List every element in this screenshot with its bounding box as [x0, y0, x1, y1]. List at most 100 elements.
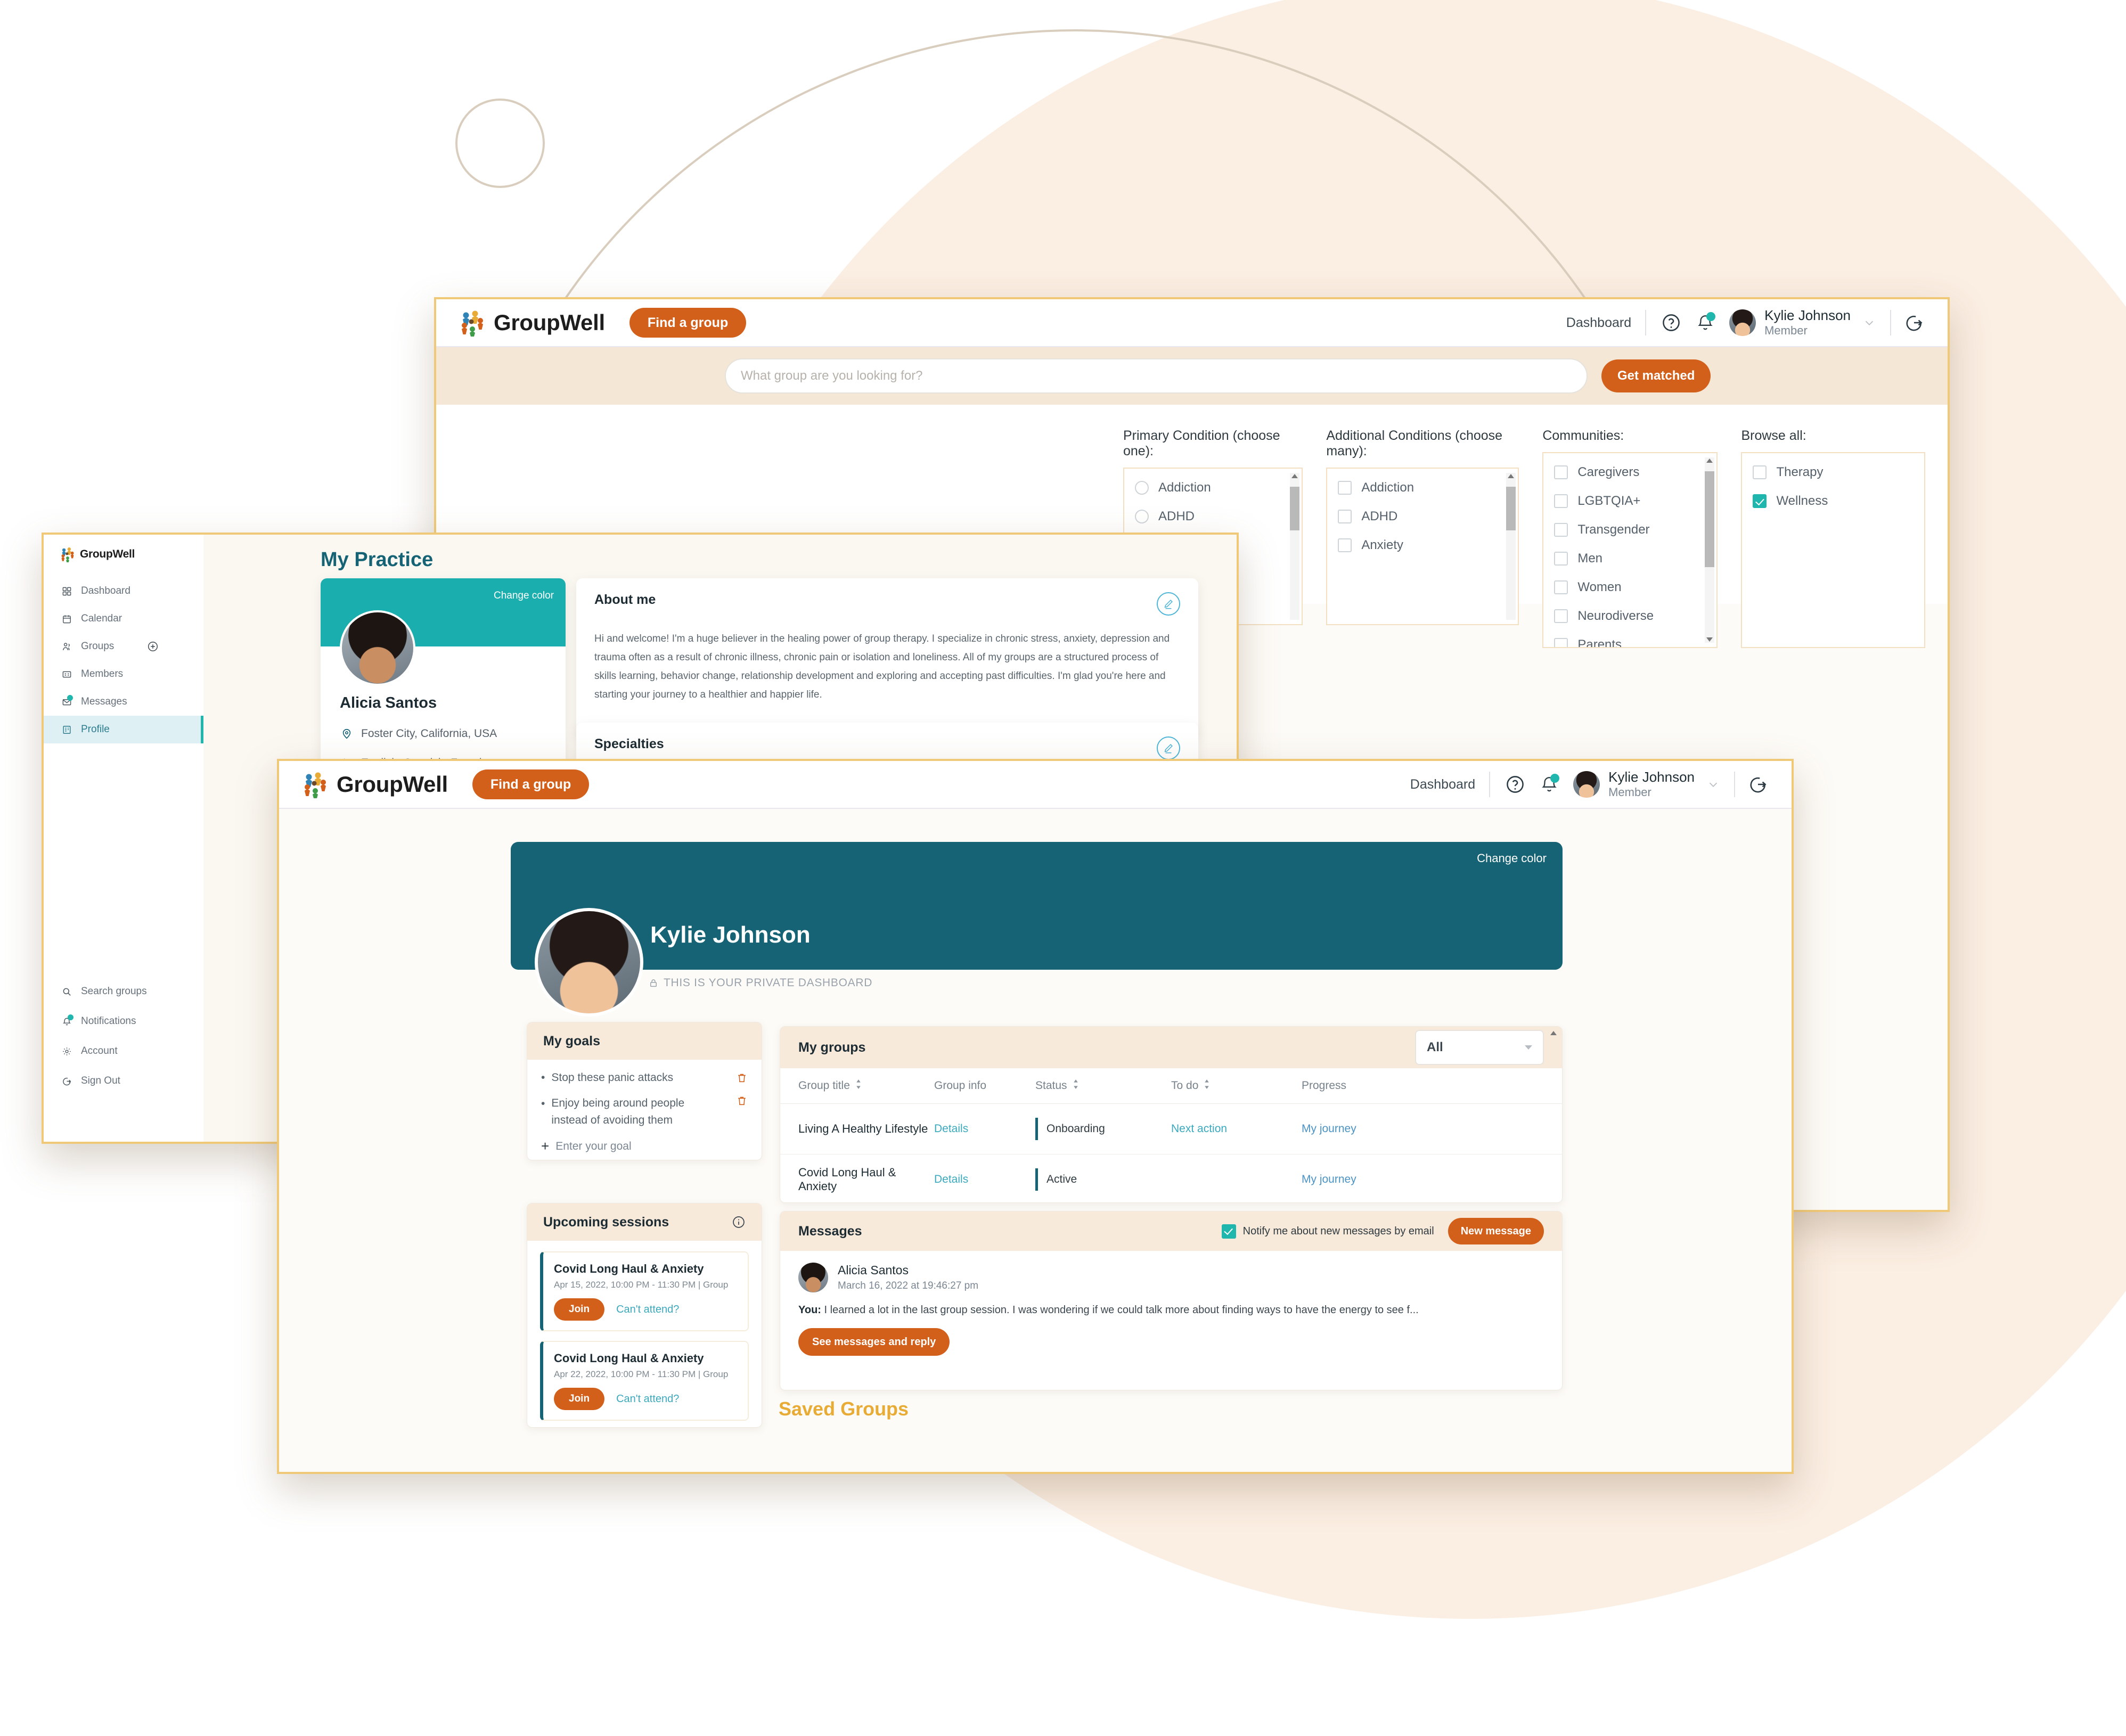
avatar[interactable]: [1729, 309, 1756, 336]
get-matched-button-top[interactable]: Get matched: [1601, 359, 1711, 392]
sort-icon[interactable]: [1203, 1079, 1211, 1093]
bell-icon[interactable]: [1538, 773, 1560, 796]
sidebar-item-sign-out[interactable]: Sign Out: [44, 1066, 203, 1096]
cell-group-info-link[interactable]: Details: [934, 1173, 1035, 1186]
scroll-up-arrow-icon[interactable]: [1706, 458, 1713, 463]
dashboard-link[interactable]: Dashboard: [1566, 315, 1631, 331]
filter-option[interactable]: Caregivers: [1554, 465, 1706, 480]
cell-progress-link[interactable]: My journey: [1302, 1173, 1408, 1186]
sidebar-item-calendar[interactable]: Calendar: [44, 605, 203, 633]
filter-option[interactable]: Anxiety: [1338, 538, 1507, 553]
scrollbar-thumb[interactable]: [1705, 471, 1715, 567]
column-header-group-title[interactable]: Group title: [798, 1079, 934, 1093]
chevron-down-icon[interactable]: [1704, 775, 1722, 793]
sidebar-item-search-groups[interactable]: Search groups: [44, 977, 203, 1006]
cell-todo-link[interactable]: Next action: [1171, 1123, 1302, 1135]
join-button[interactable]: Join: [554, 1298, 605, 1321]
checkbox-icon[interactable]: [1554, 465, 1568, 479]
new-message-button[interactable]: New message: [1448, 1218, 1544, 1244]
checkbox-icon[interactable]: [1338, 481, 1352, 495]
add-goal-row[interactable]: + Enter your goal: [541, 1138, 748, 1154]
filter-option[interactable]: ADHD: [1338, 509, 1507, 524]
checkbox-icon-checked[interactable]: [1753, 494, 1767, 508]
question-circle-icon[interactable]: [1504, 773, 1526, 796]
checkbox-icon[interactable]: [1753, 465, 1767, 479]
checkbox-icon[interactable]: [1554, 638, 1568, 647]
avatar[interactable]: [1573, 771, 1600, 798]
sidebar-item-messages[interactable]: Messages: [44, 688, 203, 716]
sidebar-item-account[interactable]: Account: [44, 1036, 203, 1066]
chevron-down-icon[interactable]: [1860, 314, 1878, 332]
goal-item[interactable]: • Enjoy being around people instead of a…: [541, 1095, 748, 1128]
filter-option[interactable]: Men: [1554, 551, 1706, 566]
trash-icon[interactable]: [736, 1072, 748, 1084]
scrollbar[interactable]: [1705, 457, 1715, 643]
cant-attend-link[interactable]: Can't attend?: [616, 1304, 679, 1316]
sidebar-item-groups[interactable]: Groups: [44, 633, 203, 660]
session-card[interactable]: Covid Long Haul & Anxiety Apr 15, 2022, …: [540, 1251, 749, 1331]
column-header-to-do[interactable]: To do: [1171, 1079, 1302, 1093]
column-header-status[interactable]: Status: [1035, 1079, 1171, 1093]
find-a-group-button[interactable]: Find a group: [629, 308, 747, 338]
sidebar-brand[interactable]: GroupWell: [44, 535, 203, 562]
change-color-button[interactable]: Change color: [494, 590, 554, 602]
cant-attend-link[interactable]: Can't attend?: [616, 1393, 679, 1405]
info-circle-icon[interactable]: [732, 1215, 746, 1229]
checkbox-icon[interactable]: [1554, 552, 1568, 566]
pencil-edit-icon[interactable]: [1157, 736, 1180, 760]
scrollbar[interactable]: [1549, 1030, 1558, 1202]
notify-by-email-checkbox-row[interactable]: Notify me about new messages by email: [1221, 1224, 1434, 1239]
scrollbar-thumb[interactable]: [1506, 487, 1516, 530]
filter-option[interactable]: Transgender: [1554, 522, 1706, 537]
scroll-up-arrow-icon[interactable]: [1291, 474, 1298, 478]
checkbox-icon-checked[interactable]: [1221, 1224, 1236, 1239]
checkbox-icon[interactable]: [1554, 523, 1568, 537]
question-circle-icon[interactable]: [1660, 312, 1682, 334]
change-color-button[interactable]: Change color: [1477, 851, 1547, 865]
search-input[interactable]: What group are you looking for?: [725, 358, 1588, 394]
find-a-group-button[interactable]: Find a group: [472, 769, 590, 799]
sidebar-item-dashboard[interactable]: Dashboard: [44, 577, 203, 605]
filter-option[interactable]: Addiction: [1135, 480, 1291, 495]
sign-out-icon[interactable]: [1903, 312, 1925, 334]
sort-icon[interactable]: [855, 1079, 862, 1093]
session-card[interactable]: Covid Long Haul & Anxiety Apr 22, 2022, …: [540, 1341, 749, 1421]
pencil-edit-icon[interactable]: [1157, 592, 1180, 616]
sidebar-item-members[interactable]: Members: [44, 660, 203, 688]
filter-option[interactable]: Parents: [1554, 637, 1706, 647]
scroll-down-arrow-icon[interactable]: [1706, 637, 1713, 642]
table-row[interactable]: Covid Long Haul & Anxiety Details Active…: [780, 1154, 1562, 1202]
brand-logo[interactable]: GroupWell: [459, 309, 605, 337]
brand-logo[interactable]: GroupWell: [301, 771, 448, 798]
add-group-plus-icon[interactable]: [146, 640, 160, 653]
filter-option[interactable]: Wellness: [1753, 494, 1914, 509]
goal-item[interactable]: • Stop these panic attacks: [541, 1071, 748, 1084]
cell-progress-link[interactable]: My journey: [1302, 1123, 1408, 1135]
filter-option[interactable]: Neurodiverse: [1554, 609, 1706, 624]
join-button[interactable]: Join: [554, 1388, 605, 1410]
cell-group-info-link[interactable]: Details: [934, 1123, 1035, 1135]
checkbox-icon[interactable]: [1338, 538, 1352, 552]
table-row[interactable]: Living A Healthy Lifestyle Details Onboa…: [780, 1031, 1562, 1154]
sidebar-item-profile[interactable]: Profile: [44, 716, 203, 743]
checkbox-icon[interactable]: [1554, 580, 1568, 594]
checkbox-icon[interactable]: [1338, 510, 1352, 523]
scrollbar[interactable]: [1290, 473, 1300, 620]
filter-option[interactable]: LGBTQIA+: [1554, 494, 1706, 509]
sort-icon[interactable]: [1072, 1079, 1080, 1093]
sign-out-icon[interactable]: [1747, 773, 1769, 796]
trash-icon[interactable]: [736, 1095, 748, 1107]
radio-icon[interactable]: [1135, 481, 1149, 495]
filter-option[interactable]: Addiction: [1338, 480, 1507, 495]
bell-icon[interactable]: [1694, 312, 1716, 334]
scroll-up-arrow-icon[interactable]: [1550, 1031, 1557, 1035]
radio-icon[interactable]: [1135, 510, 1149, 523]
group-filter-select[interactable]: All: [1415, 1030, 1544, 1065]
scrollbar-thumb[interactable]: [1290, 487, 1300, 530]
see-messages-and-reply-button[interactable]: See messages and reply: [798, 1328, 950, 1356]
sidebar-item-notifications[interactable]: Notifications: [44, 1006, 203, 1036]
checkbox-icon[interactable]: [1554, 494, 1568, 508]
filter-option[interactable]: Women: [1554, 580, 1706, 595]
scroll-up-arrow-icon[interactable]: [1508, 474, 1515, 478]
filter-option[interactable]: ADHD: [1135, 509, 1291, 524]
